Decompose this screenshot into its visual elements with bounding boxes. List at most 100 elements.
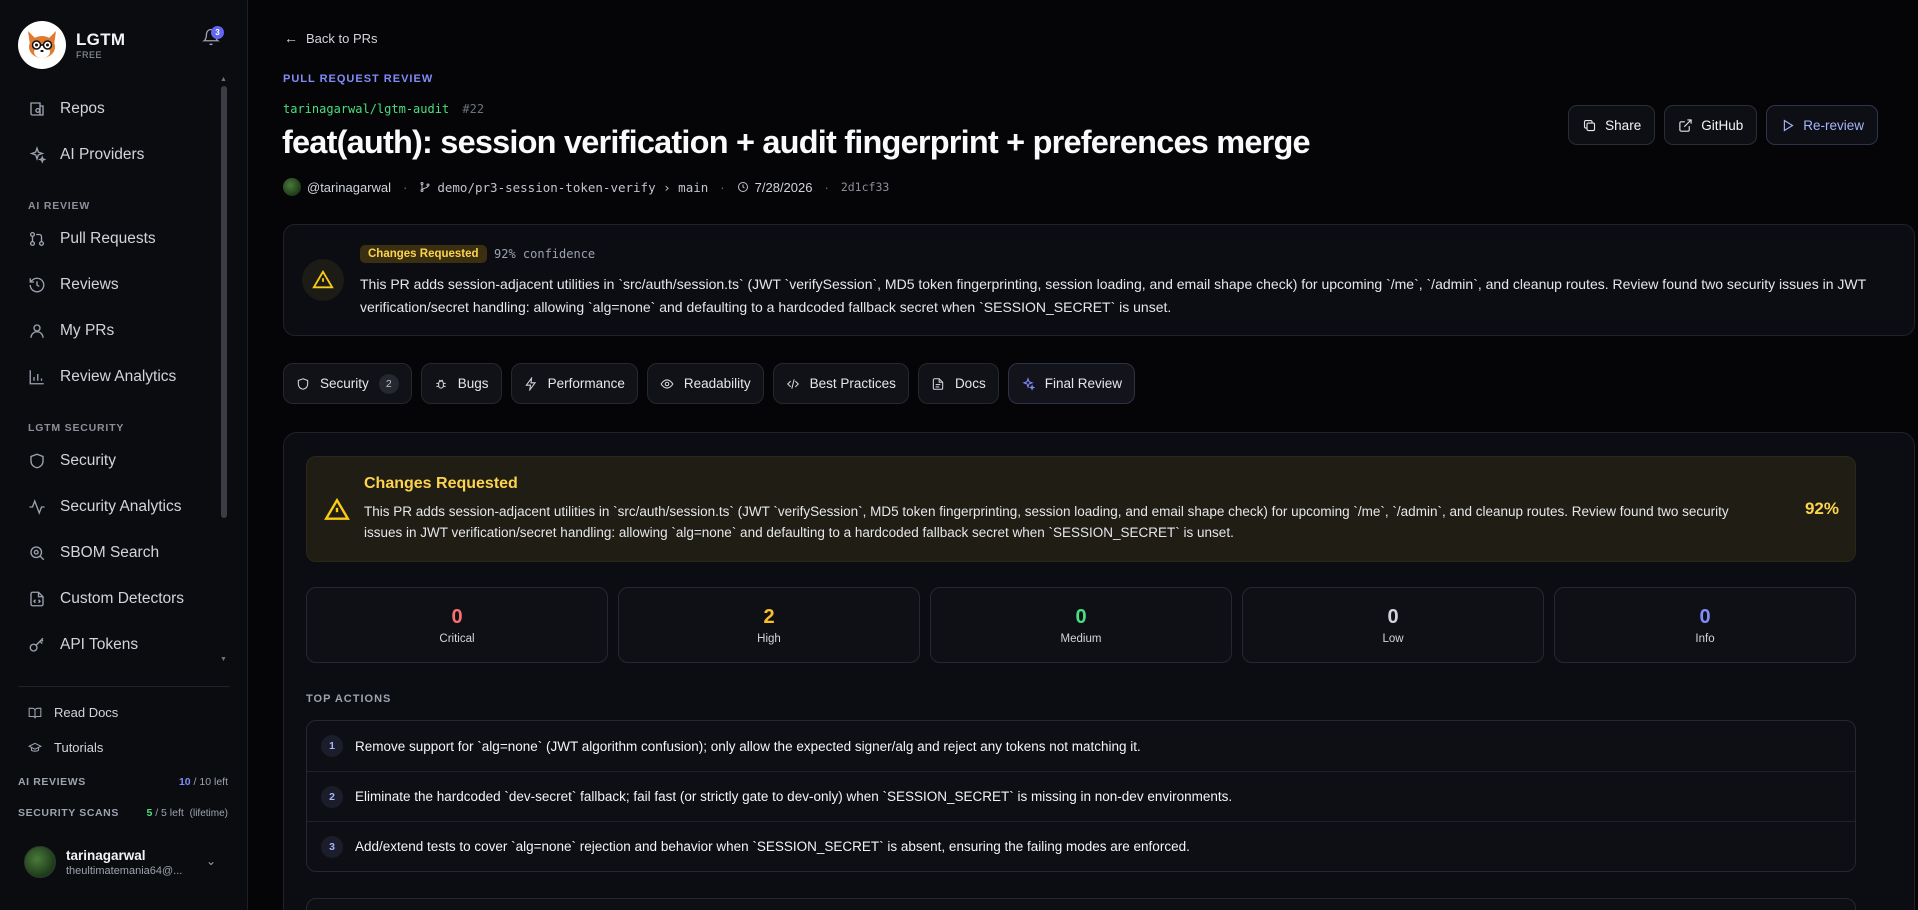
stat-value: 2 [763, 605, 775, 628]
shield-icon [30, 453, 44, 469]
sidebar-item-review-analytics[interactable]: Review Analytics [18, 354, 223, 400]
sidebar-item-label: AI Providers [60, 146, 145, 163]
sidebar-divider [18, 686, 230, 687]
user-email: theultimatemania64@... [66, 864, 183, 877]
tab-performance[interactable]: Performance [510, 363, 638, 404]
github-button[interactable]: GitHub [1664, 105, 1758, 145]
verdict-title: Changes Requested [364, 475, 518, 492]
book-icon [28, 707, 42, 718]
tab-label: Best Practices [809, 376, 896, 391]
action-text: Eliminate the hardcoded `dev-secret` fal… [355, 789, 1233, 804]
sidebar-item-label: Reviews [60, 276, 119, 293]
section-heading-security: LGTM SECURITY [28, 422, 125, 434]
security-scans-rest: / 5 left [152, 807, 184, 819]
sidebar-item-label: Security Analytics [60, 498, 182, 515]
review-summary-card: Changes Requested 92% confidence This PR… [283, 224, 1915, 336]
tab-final-review[interactable]: Final Review [1007, 363, 1135, 404]
stat-label: Critical [439, 632, 475, 645]
tab-label: Performance [547, 376, 625, 391]
final-review-panel: Changes Requested This PR adds session-a… [283, 432, 1915, 910]
tab-security[interactable]: Security 2 [283, 363, 412, 404]
pr-branch: demo/pr3-session-token-verify › main [437, 179, 709, 195]
sidebar-item-sbom-search[interactable]: SBOM Search [18, 530, 223, 576]
read-docs-label: Read Docs [54, 705, 119, 720]
tab-label: Docs [954, 376, 986, 391]
eye-icon [660, 378, 674, 389]
arrow-left-icon: ← [284, 30, 298, 46]
sidebar-item-label: API Tokens [60, 636, 139, 653]
zap-icon [524, 376, 536, 391]
re-review-label: Re-review [1803, 117, 1864, 133]
tab-readability[interactable]: Readability [646, 363, 764, 404]
stat-info: 0 Info [1554, 587, 1856, 663]
stat-critical: 0 Critical [306, 587, 608, 663]
list-item: 1 Remove support for `alg=none` (JWT alg… [307, 721, 1855, 771]
sidebar-item-pull-requests[interactable]: Pull Requests [18, 216, 223, 262]
security-scans-quota: SECURITY SCANS 5 / 5 left (lifetime) [18, 807, 228, 819]
scroll-up-arrow-icon[interactable]: ▲ [220, 76, 227, 83]
pr-number: #22 [462, 102, 485, 116]
search-icon [30, 546, 45, 561]
user-icon [30, 324, 44, 338]
list-item: 3 Add/extend tests to cover `alg=none` r… [307, 821, 1855, 871]
tab-label: Security [320, 376, 369, 391]
action-number: 2 [321, 785, 343, 808]
sidebar-item-label: Custom Detectors [60, 590, 185, 607]
tab-bugs[interactable]: Bugs [420, 363, 502, 404]
repo-link[interactable]: tarinagarwal/lgtm-audit [283, 102, 449, 116]
page-title: feat(auth): session verification + audit… [282, 124, 1311, 160]
stat-value: 0 [1699, 605, 1711, 628]
ai-reviews-quota-label: AI REVIEWS [18, 776, 86, 788]
action-text: Remove support for `alg=none` (JWT algor… [355, 738, 1141, 754]
tutorials-label: Tutorials [54, 740, 104, 755]
page-eyebrow: PULL REQUEST REVIEW [283, 73, 434, 85]
tab-count-badge: 2 [378, 373, 399, 394]
sidebar-item-repos[interactable]: Repos [18, 86, 223, 132]
header-actions: Share GitHub Re-review [1568, 105, 1878, 145]
ai-reviews-used: 10 [178, 776, 191, 788]
tab-label: Bugs [457, 376, 489, 391]
main-content: ← Back to PRs PULL REQUEST REVIEW tarina… [248, 0, 1918, 910]
tab-best-practices[interactable]: Best Practices [772, 363, 909, 404]
external-link-icon [1679, 118, 1692, 132]
github-label: GitHub [1701, 117, 1744, 133]
sidebar-item-label: Pull Requests [60, 230, 156, 247]
fox-logo-icon [18, 21, 66, 69]
copy-icon [1584, 119, 1596, 131]
ai-reviews-rest: / 10 left [190, 776, 228, 788]
stat-high: 2 High [618, 587, 920, 663]
sidebar-item-reviews[interactable]: Reviews [18, 262, 223, 308]
back-to-prs-link[interactable]: ← Back to PRs [284, 30, 378, 46]
sidebar-item-custom-detectors[interactable]: Custom Detectors [18, 576, 223, 622]
file-text-icon [932, 377, 944, 390]
stat-low: 0 Low [1242, 587, 1544, 663]
user-menu[interactable]: tarinagarwal theultimatemania64@... ⌄ [24, 846, 224, 878]
sidebar-item-security[interactable]: Security [18, 438, 223, 484]
stat-medium: 0 Medium [930, 587, 1232, 663]
review-tabs: Security 2 Bugs Performance Readability … [283, 363, 1135, 404]
share-button[interactable]: Share [1568, 105, 1656, 145]
bar-chart-icon [29, 370, 44, 385]
tab-docs[interactable]: Docs [917, 363, 999, 404]
git-branch-icon [420, 182, 430, 192]
action-number: 1 [321, 735, 343, 757]
re-review-button[interactable]: Re-review [1766, 105, 1878, 145]
top-actions-heading: TOP ACTIONS [306, 693, 392, 705]
sidebar-item-api-tokens[interactable]: API Tokens [18, 622, 223, 668]
sidebar-item-ai-providers[interactable]: AI Providers [18, 132, 223, 178]
security-scans-quota-label: SECURITY SCANS [18, 807, 119, 819]
tutorials-link[interactable]: Tutorials [28, 740, 103, 755]
back-label: Back to PRs [306, 30, 378, 46]
verdict-text: This PR adds session-adjacent utilities … [364, 504, 1729, 540]
read-docs-link[interactable]: Read Docs [28, 705, 118, 720]
commit-sha[interactable]: 2d1cf33 [841, 180, 889, 194]
action-text: Add/extend tests to cover `alg=none` rej… [355, 839, 1190, 854]
sidebar-item-security-analytics[interactable]: Security Analytics [18, 484, 223, 530]
avatar [24, 846, 56, 878]
sidebar-item-my-prs[interactable]: My PRs [18, 308, 223, 354]
chevron-down-icon[interactable]: ⌄ [206, 854, 216, 868]
pr-author[interactable]: @tarinagarwal [307, 180, 391, 195]
verdict-banner: Changes Requested This PR adds session-a… [306, 456, 1856, 562]
tab-label: Readability [683, 376, 751, 391]
status-badge: Changes Requested [360, 245, 487, 263]
